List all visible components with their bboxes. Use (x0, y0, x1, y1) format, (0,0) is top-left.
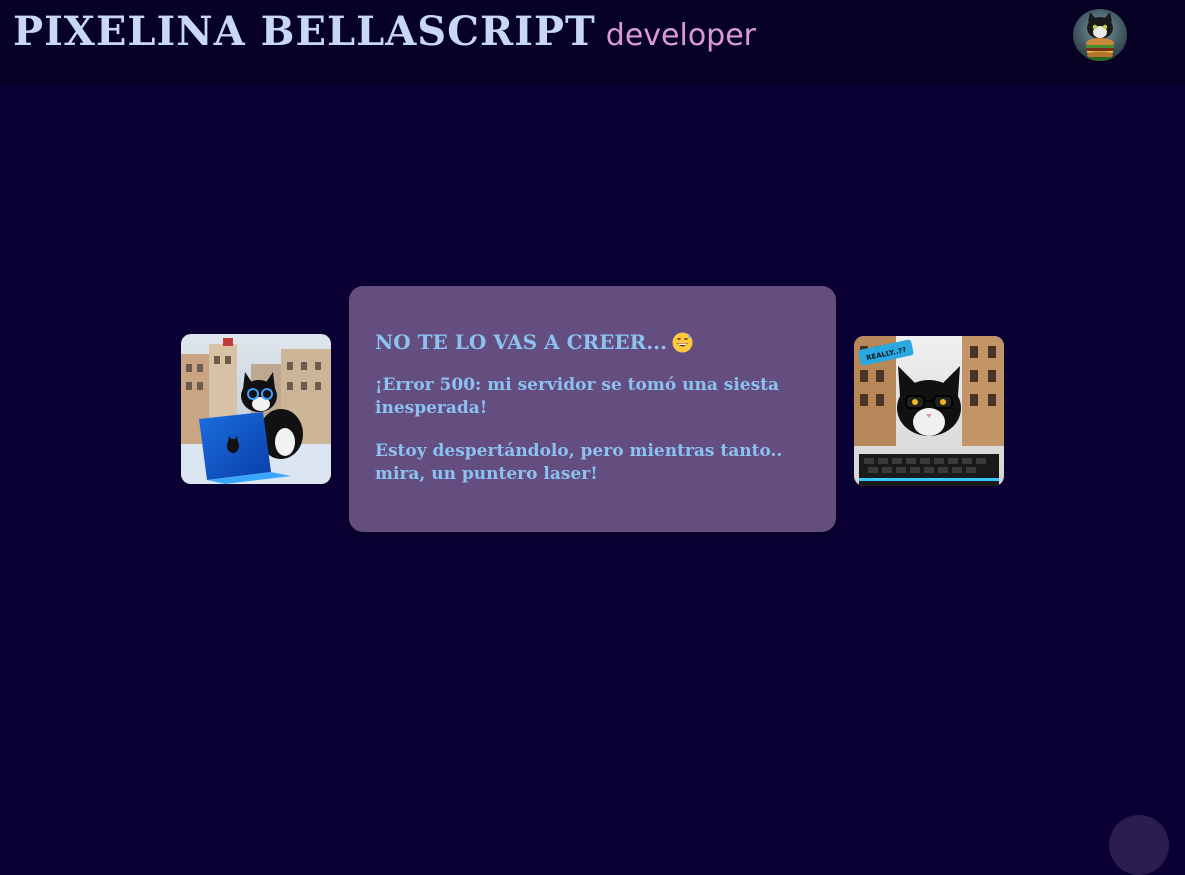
error-description: ¡Error 500: mi servidor se tomó una sies… (375, 375, 780, 418)
site-header: PIXELINA BELLASCRIPT developer (0, 0, 1185, 85)
card-title: NO TE LO VAS A CREER... (375, 330, 810, 354)
brand-role: developer (605, 18, 757, 53)
main-content: NO TE LO VAS A CREER... ¡Error 500: mi s… (0, 85, 1185, 823)
cat-keyboard-photo: REALLY..?? (854, 336, 1004, 486)
laser-pointer-message: Estoy despertándolo, pero mientras tanto… (375, 441, 783, 484)
cat-burger-avatar-icon (1073, 9, 1127, 61)
cat-keyboard-image-icon: REALLY..?? (854, 336, 1004, 486)
avatar[interactable] (1073, 9, 1127, 61)
card-title-text: NO TE LO VAS A CREER... (375, 330, 668, 354)
error-message-card: NO TE LO VAS A CREER... ¡Error 500: mi s… (349, 286, 836, 532)
brand-name: PIXELINA BELLASCRIPT (13, 8, 596, 55)
scroll-top-button[interactable] (1109, 815, 1169, 875)
grinning-sweat-emoji-icon (672, 332, 693, 353)
cat-laptop-image-icon (181, 334, 331, 484)
cat-laptop-photo (181, 334, 331, 484)
brand[interactable]: PIXELINA BELLASCRIPT developer (13, 8, 756, 55)
